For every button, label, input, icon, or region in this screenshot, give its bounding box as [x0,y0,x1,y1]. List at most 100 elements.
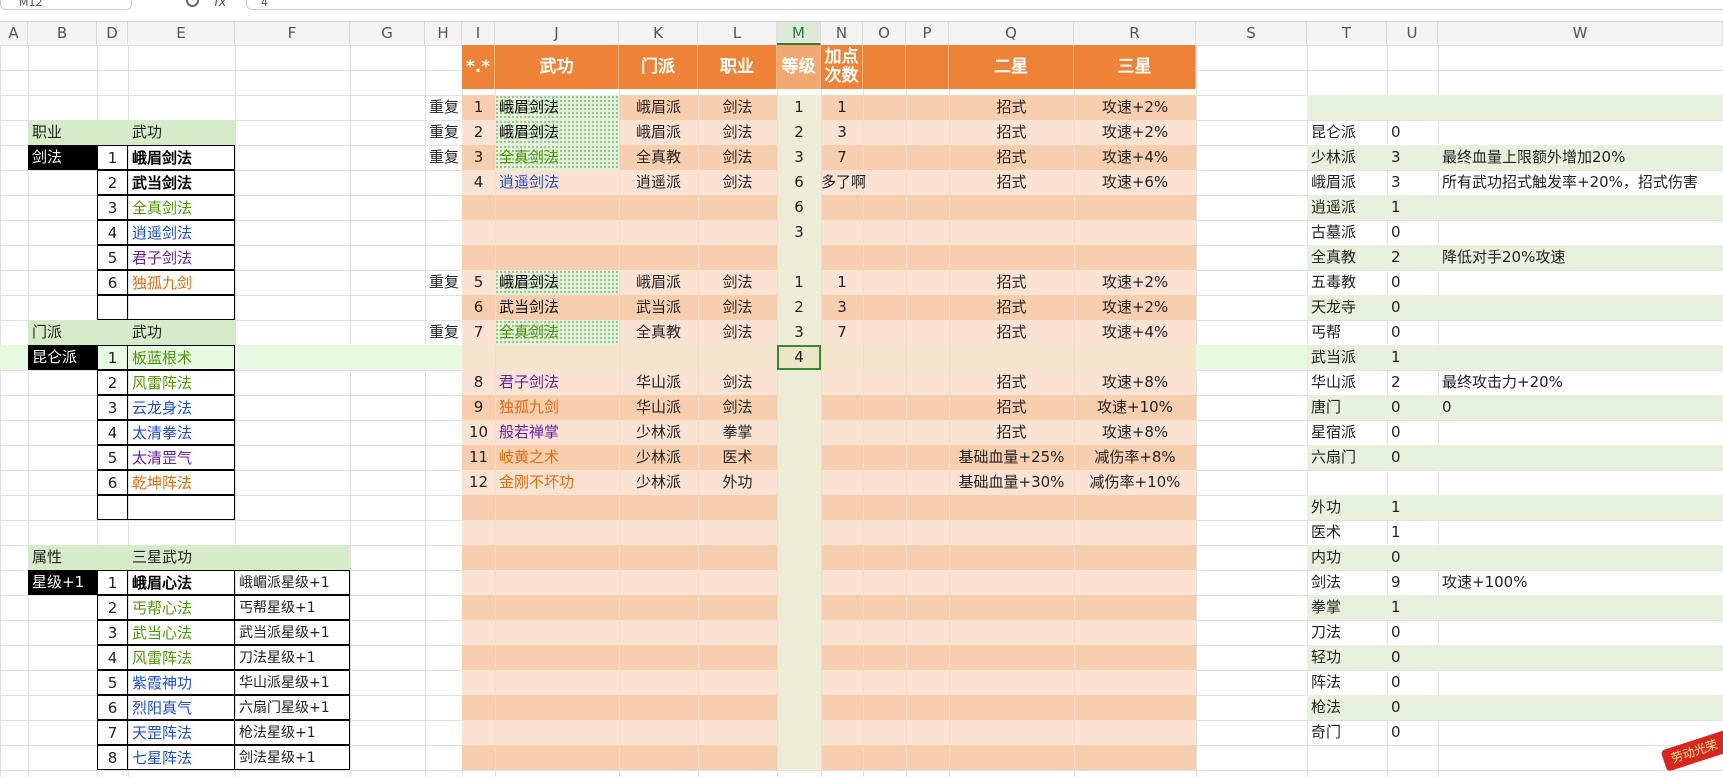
column-header-n[interactable]: N [821,22,863,45]
level-value[interactable]: 1 [777,95,821,120]
panel1-category: 剑法 [28,145,97,170]
list-item-name[interactable]: 天罡阵法 [127,720,235,745]
level-value[interactable] [777,445,821,470]
list-item-name[interactable]: 武当剑法 [127,170,235,195]
three-star-effect: 攻速+8% [1101,423,1169,441]
column-header-g[interactable]: G [350,22,425,45]
column-header-e[interactable]: E [128,22,235,45]
row-index: 1 [473,98,484,116]
selected-column-fill [777,545,821,570]
level-value[interactable]: 3 [777,320,821,345]
list-item-name[interactable]: 君子剑法 [127,245,235,270]
col-line [350,45,351,777]
list-item-number: 3 [97,195,128,220]
list-item-number: 4 [97,420,128,445]
summary-label: 枪法 [1311,698,1342,716]
column-header-p[interactable]: P [906,22,949,45]
column-header-h[interactable]: H [425,22,462,45]
column-header-o[interactable]: O [863,22,906,45]
column-header-d[interactable]: D [97,22,128,45]
summary-note [1438,295,1723,320]
list-item-name[interactable]: 紫霞神功 [127,670,235,695]
two-star-effect: 招式 [996,123,1027,141]
list-item-name[interactable]: 云龙身法 [127,395,235,420]
summary-label: 逍遥派 [1311,198,1357,216]
list-item-name[interactable]: 逍遥剑法 [127,220,235,245]
table-header-two-star[interactable]: 二星 [949,45,1074,89]
level-value[interactable]: 2 [777,120,821,145]
list-item-name[interactable]: 丐帮心法 [127,595,235,620]
name-box[interactable]: M12 [0,0,132,10]
row-index: 6 [473,298,484,316]
class-name [698,195,777,220]
sect-name: 全真教 [635,148,681,166]
list-item-name[interactable] [127,495,235,520]
list-item-number: 2 [97,170,128,195]
column-header-k[interactable]: K [619,22,698,45]
table-header-skill[interactable]: 武功 [495,45,619,89]
list-item-name[interactable]: 峨眉剑法 [127,145,235,170]
table-header-class[interactable]: 职业 [698,45,777,89]
column-header-s[interactable]: S [1196,22,1307,45]
table-header-sect[interactable]: 门派 [619,45,698,89]
sect-name: 武当派 [635,298,681,316]
list-item-name[interactable]: 风雷阵法 [127,645,235,670]
level-value[interactable] [777,370,821,395]
selected-column-fill [777,495,821,520]
dup-marker: 重复 [429,123,460,141]
formula-input[interactable]: 4 [246,0,1723,10]
level-value[interactable]: 1 [777,270,821,295]
column-header-u[interactable]: U [1387,22,1438,45]
column-header-b[interactable]: B [28,22,97,45]
list-item-name[interactable]: 七星阵法 [127,745,235,770]
fx-label[interactable]: fx [214,0,226,10]
class-name: 剑法 [722,98,753,116]
summary-note [1438,670,1723,695]
column-header-l[interactable]: L [698,22,777,45]
level-value[interactable]: 4 [777,345,821,370]
selected-column-fill [777,720,821,745]
column-header-r[interactable]: R [1074,22,1196,45]
two-star-effect: 招式 [996,273,1027,291]
table-header-points[interactable]: 加点次数 [821,45,863,89]
table-header-three-star[interactable]: 三星 [1074,45,1196,89]
list-item-name[interactable]: 太清拳法 [127,420,235,445]
list-item-name[interactable]: 太清罡气 [127,445,235,470]
table-header-level[interactable]: 等级 [777,45,821,89]
column-header-q[interactable]: Q [949,22,1074,45]
column-header-w[interactable]: W [1438,22,1723,45]
level-value[interactable] [777,470,821,495]
level-value[interactable]: 3 [777,145,821,170]
column-header-a[interactable]: A [0,22,28,45]
table-stripe [462,695,1196,720]
list-item-name[interactable]: 峨眉心法 [127,570,235,595]
list-item-name[interactable]: 风雷阵法 [127,370,235,395]
summary-label: 六扇门 [1311,448,1357,466]
list-item-name[interactable] [127,295,235,320]
column-header-f[interactable]: F [235,22,350,45]
list-item-name[interactable]: 板蓝根术 [127,345,235,370]
column-header-t[interactable]: T [1307,22,1387,45]
level-value[interactable]: 2 [777,295,821,320]
table-header-o[interactable] [863,45,906,89]
table-header-p[interactable] [906,45,949,89]
summary-count: 1 [1391,348,1401,366]
column-header-j[interactable]: J [495,22,619,45]
table-header-idx[interactable]: *.* [462,45,495,89]
level-value[interactable]: 6 [777,195,821,220]
level-value[interactable] [777,395,821,420]
column-header-m[interactable]: M [777,22,821,45]
list-item-name[interactable]: 烈阳真气 [127,695,235,720]
column-header-i[interactable]: I [462,22,495,45]
sect-name [619,245,698,270]
level-value[interactable]: 3 [777,220,821,245]
list-item-name[interactable]: 全真剑法 [127,195,235,220]
level-value[interactable]: 6 [777,170,821,195]
summary-note [1438,595,1723,620]
list-item-name[interactable]: 独孤九剑 [127,270,235,295]
level-value[interactable] [777,245,821,270]
level-value[interactable] [777,420,821,445]
list-item-name[interactable]: 乾坤阵法 [127,470,235,495]
dup-marker: 重复 [429,323,460,341]
list-item-name[interactable]: 武当心法 [127,620,235,645]
